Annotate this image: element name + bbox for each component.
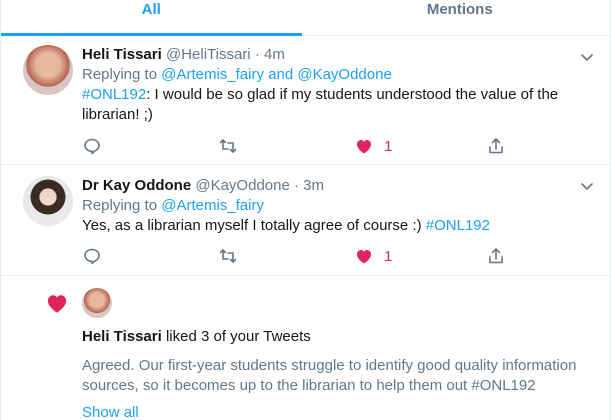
reply-user-link[interactable]: @Artemis_fairy <box>161 66 264 83</box>
tweet-time[interactable]: · 3m <box>294 177 324 194</box>
tab-mentions[interactable]: Mentions <box>302 0 611 35</box>
author-name[interactable]: Dr Kay Oddone <box>82 177 191 194</box>
heart-icon <box>47 295 67 313</box>
tweet-header: Dr Kay Oddone @KayOddone · 3m <box>82 176 590 196</box>
replying-to: Replying to @Artemis_fairy and @KayOddon… <box>82 65 590 85</box>
notification-text: Heli Tissari liked 3 of your Tweets <box>82 328 311 345</box>
notification-user[interactable]: Heli Tissari <box>82 328 162 345</box>
reply-icon <box>84 138 100 155</box>
tab-label: All <box>141 1 161 18</box>
show-all-link[interactable]: Show all <box>82 404 139 420</box>
tweet-time[interactable]: · 4m <box>255 46 285 63</box>
like-count: 1 <box>384 247 393 265</box>
share-icon <box>489 138 503 154</box>
author-handle[interactable]: @KayOddone <box>195 177 289 194</box>
tweet-content: Heli Tissari @HeliTissari · 4m Replying … <box>82 45 590 125</box>
reply-button[interactable] <box>82 136 102 156</box>
reply-icon <box>84 248 100 265</box>
tab-label: Mentions <box>426 1 493 18</box>
retweet-button[interactable] <box>218 136 238 156</box>
tweet-actions: 1 <box>82 136 522 156</box>
avatar[interactable] <box>23 45 73 95</box>
tweet-text: #ONL192: I would be so glad if my studen… <box>82 85 590 125</box>
tweet-content: Dr Kay Oddone @KayOddone · 3m Replying t… <box>82 176 590 236</box>
avatar[interactable] <box>82 288 112 318</box>
like-notification[interactable]: Heli Tissari liked 3 of your Tweets Agre… <box>1 276 610 420</box>
reply-button[interactable] <box>82 246 102 266</box>
replying-to: Replying to @Artemis_fairy <box>82 196 590 216</box>
reply-user-link[interactable]: @KayOddone <box>297 66 391 83</box>
share-button[interactable] <box>486 136 506 156</box>
hashtag-link[interactable]: #ONL192 <box>426 217 490 234</box>
tweet-actions: 1 <box>82 246 522 266</box>
reply-user-link[interactable]: @Artemis_fairy <box>161 197 264 214</box>
tweet-text-body: : I would be so glad if my students unde… <box>82 86 559 123</box>
hashtag-link[interactable]: #ONL192 <box>82 86 146 103</box>
notification-tabs: All Mentions <box>1 0 610 36</box>
like-button[interactable]: 1 <box>354 136 392 156</box>
tweet[interactable]: Dr Kay Oddone @KayOddone · 3m Replying t… <box>1 165 610 276</box>
tweet[interactable]: Heli Tissari @HeliTissari · 4m Replying … <box>1 36 610 165</box>
tweet-text: Yes, as a librarian myself I totally agr… <box>82 216 590 236</box>
chevron-down-icon[interactable] <box>580 50 594 64</box>
replying-prefix: Replying to <box>82 66 162 83</box>
reply-and: and <box>263 66 298 83</box>
like-button[interactable]: 1 <box>354 246 392 266</box>
retweet-icon <box>219 249 237 263</box>
avatar[interactable] <box>23 176 73 226</box>
tweet-header: Heli Tissari @HeliTissari · 4m <box>82 45 590 65</box>
share-button[interactable] <box>486 246 506 266</box>
liked-tweet-text: Agreed. Our first-year students struggle… <box>82 357 577 394</box>
like-count: 1 <box>384 137 393 155</box>
retweet-button[interactable] <box>218 246 238 266</box>
notifications-panel: All Mentions Heli Tissari @HeliTissari ·… <box>0 0 611 420</box>
share-icon <box>489 248 503 264</box>
author-name[interactable]: Heli Tissari <box>82 46 162 63</box>
notification-action: liked 3 of your Tweets <box>161 328 311 345</box>
tab-all[interactable]: All <box>1 0 302 36</box>
replying-prefix: Replying to <box>82 197 162 214</box>
retweet-icon <box>219 139 237 153</box>
chevron-down-icon[interactable] <box>580 179 594 193</box>
author-handle[interactable]: @HeliTissari <box>166 46 251 63</box>
heart-icon <box>357 250 371 264</box>
heart-icon <box>357 140 371 154</box>
tweet-text-body: Yes, as a librarian myself I totally agr… <box>82 217 426 234</box>
